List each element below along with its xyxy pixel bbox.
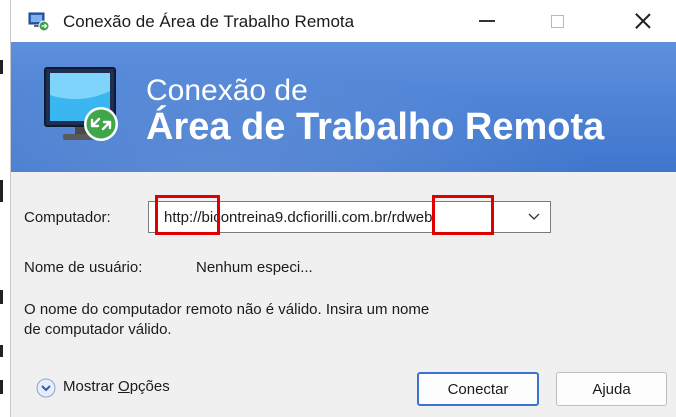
expand-circle-icon <box>36 378 56 398</box>
error-message-line1: O nome do computador remoto não é válido… <box>24 301 430 318</box>
username-label: Nome de usuário: <box>24 259 143 276</box>
background-mark <box>0 290 3 304</box>
connect-button[interactable]: Conectar <box>417 372 539 406</box>
remote-desktop-monitor-icon <box>44 67 118 141</box>
minimize-button[interactable] <box>457 0 517 42</box>
computer-label: Computador: <box>24 209 111 226</box>
background-window-strip <box>0 0 10 417</box>
banner-title-line1: Conexão de <box>146 74 308 107</box>
maximize-button <box>527 0 587 42</box>
error-message-line2: de computador válido. <box>24 321 172 338</box>
chevron-down-icon[interactable] <box>527 210 541 222</box>
minimize-icon <box>479 20 495 22</box>
banner-title-line2: Área de Trabalho Remota <box>146 106 605 148</box>
username-value: Nenhum especi... <box>196 259 313 276</box>
close-icon <box>635 13 651 29</box>
help-button[interactable]: Ajuda <box>556 372 667 406</box>
window-title: Conexão de Área de Trabalho Remota <box>63 12 355 31</box>
background-mark <box>0 180 3 202</box>
remote-desktop-icon <box>28 12 50 32</box>
background-mark <box>0 60 3 74</box>
show-options-label: Mostrar Opções <box>63 378 170 395</box>
close-button[interactable] <box>613 0 673 42</box>
remote-desktop-dialog: Conexão de Área de Trabalho Remota Conex… <box>10 0 676 417</box>
background-mark <box>0 345 3 357</box>
maximize-icon <box>550 14 564 28</box>
highlight-box-protocol <box>155 195 220 235</box>
title-bar[interactable]: Conexão de Área de Trabalho Remota <box>11 0 676 42</box>
highlight-box-path <box>432 195 494 235</box>
header-banner: Conexão de Área de Trabalho Remota <box>11 42 676 172</box>
background-mark <box>0 380 3 394</box>
